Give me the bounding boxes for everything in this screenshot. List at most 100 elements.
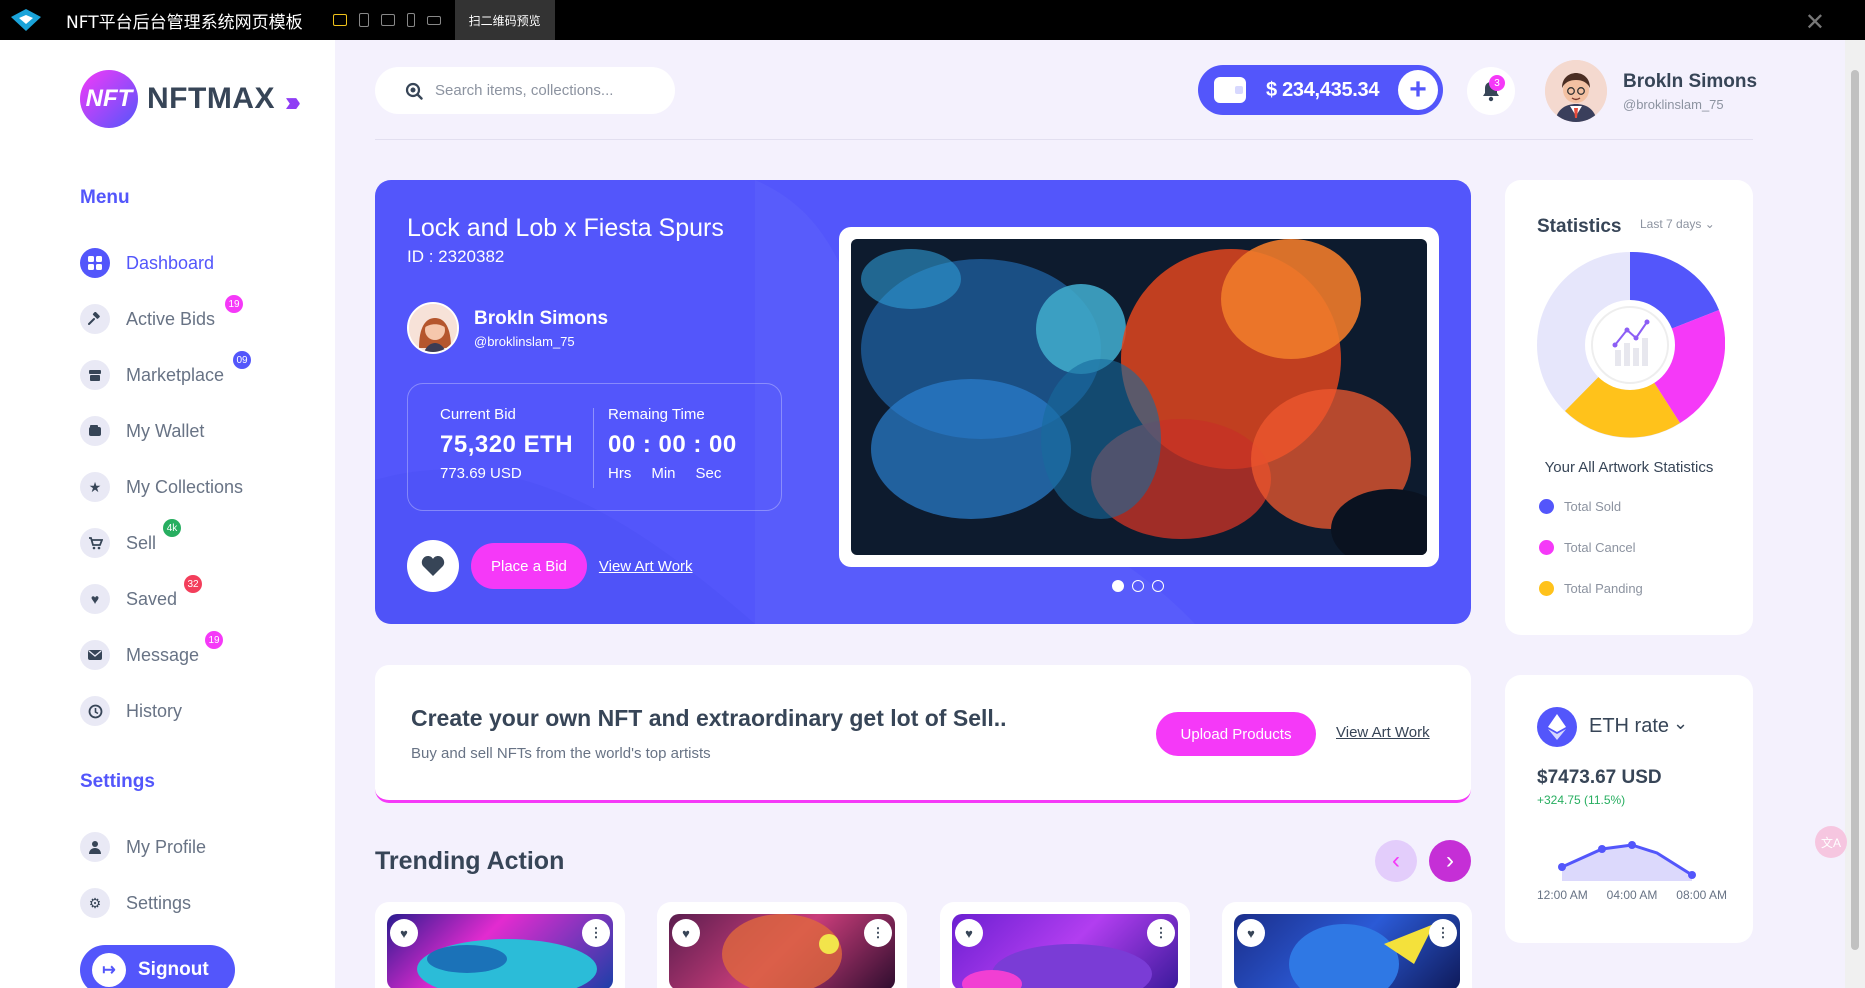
sidebar-item-my-wallet[interactable]: My Wallet <box>80 415 204 447</box>
sidebar-item-label: History <box>126 700 183 721</box>
legend-total-pending: Total Panding <box>1539 581 1643 596</box>
creator-info[interactable]: Brokln Simons @broklinslam_75 <box>407 302 608 354</box>
heart-icon[interactable]: ♥ <box>955 919 983 947</box>
wallet-balance[interactable]: $ 234,435.34 + <box>1198 65 1443 115</box>
brand-name: NFTMAX <box>147 82 275 115</box>
heart-icon[interactable]: ♥ <box>672 919 700 947</box>
sidebar-item-marketplace[interactable]: Marketplace 09 <box>80 351 251 391</box>
gear-icon: ⚙ <box>80 888 110 918</box>
trending-title: Trending Action <box>375 847 565 875</box>
sidebar-item-history[interactable]: History <box>80 695 182 727</box>
hero-actions: Place a Bid View Art Work <box>407 540 693 592</box>
user-profile-menu[interactable]: Brokln Simons @broklinslam_75 <box>1545 60 1757 122</box>
creator-handle: @broklinslam_75 <box>474 333 575 349</box>
scrollbar-thumb[interactable] <box>1851 70 1859 950</box>
sidebar-item-label: Message <box>126 644 200 665</box>
count-badge: 19 <box>205 631 223 649</box>
carousel-dot[interactable] <box>1132 580 1144 592</box>
dashboard-icon <box>80 248 110 278</box>
header-divider <box>375 139 1753 140</box>
qr-preview-button[interactable]: 扫二维码预览 <box>454 0 555 40</box>
phone-view-icon[interactable] <box>406 13 415 27</box>
heart-icon[interactable]: ♥ <box>1237 919 1265 947</box>
trending-nft-card[interactable]: ♥ ⋮ <box>375 902 625 988</box>
cart-icon <box>80 528 110 558</box>
statistics-range-dropdown[interactable]: Last 7 days ⌄ <box>1640 217 1715 231</box>
featured-auction-card: Lock and Lob x Fiesta Spurs ID : 2320382… <box>375 180 1471 624</box>
place-bid-button[interactable]: Place a Bid <box>471 543 587 589</box>
nft-artwork-frame <box>839 227 1439 567</box>
user-handle: @broklinslam_75 <box>1623 96 1724 112</box>
count-badge: 19 <box>225 295 243 313</box>
eth-price: $7473.67 USD <box>1537 767 1662 788</box>
close-icon[interactable]: ✕ <box>1805 8 1825 37</box>
phone-landscape-icon[interactable] <box>426 15 441 25</box>
brand[interactable]: NFT NFTMAX <box>80 70 275 128</box>
sidebar-item-sell[interactable]: Sell 4k <box>80 519 181 559</box>
trending-prev-button[interactable]: ‹ <box>1375 840 1417 882</box>
statistics-donut-chart <box>1537 251 1725 438</box>
trending-nft-card[interactable]: ♥ ⋮ <box>657 902 907 988</box>
create-nft-banner: Create your own NFT and extraordinary ge… <box>375 665 1471 803</box>
notification-button[interactable]: 3 <box>1467 67 1515 115</box>
view-artwork-link[interactable]: View Art Work <box>1336 724 1430 741</box>
more-options-icon[interactable]: ⋮ <box>864 919 892 947</box>
legend-label: Total Panding <box>1564 581 1643 596</box>
current-bid-label: Current Bid <box>440 406 516 423</box>
count-badge: 32 <box>184 575 202 593</box>
sidebar-item-label: My Profile <box>126 836 207 857</box>
eth-rate-card: ETH rate ⌄ $7473.67 USD +324.75 (11.5%) … <box>1505 675 1753 943</box>
nft-artwork-image[interactable] <box>851 239 1427 555</box>
sidebar-item-dashboard[interactable]: Dashboard <box>80 247 214 279</box>
sidebar-toggle-icon[interactable]: ››› <box>285 86 301 118</box>
sidebar-item-my-collections[interactable]: ★ My Collections <box>80 471 243 503</box>
trending-nft-card[interactable]: ♥ ⋮ <box>940 902 1190 988</box>
sidebar-item-message[interactable]: Message 19 <box>80 631 223 671</box>
signout-button[interactable]: ↦ Signout <box>80 945 235 988</box>
trending-next-button[interactable]: › <box>1429 840 1471 882</box>
search-input[interactable] <box>435 82 655 99</box>
logout-icon: ↦ <box>92 953 126 987</box>
creator-avatar <box>407 302 459 354</box>
translate-icon[interactable]: 文A <box>1815 826 1847 858</box>
signout-label: Signout <box>138 959 209 980</box>
favorite-button[interactable] <box>407 540 459 592</box>
add-funds-button[interactable]: + <box>1398 70 1438 110</box>
tablet-view-icon[interactable] <box>358 13 369 27</box>
sidebar-item-settings[interactable]: ⚙ Settings <box>80 887 191 919</box>
view-artwork-link[interactable]: View Art Work <box>599 558 693 575</box>
sidebar-item-active-bids[interactable]: Active Bids 19 <box>80 295 243 335</box>
heart-icon[interactable]: ♥ <box>390 919 418 947</box>
chevron-down-icon[interactable]: ⌄ <box>1673 713 1688 734</box>
upload-products-button[interactable]: Upload Products <box>1156 712 1316 756</box>
search-bar <box>375 67 675 114</box>
count-badge: 09 <box>233 351 251 369</box>
countdown-value: 00 : 00 : 00 <box>608 431 737 458</box>
desktop-view-icon[interactable] <box>332 14 347 26</box>
bid-divider <box>593 408 594 488</box>
more-options-icon[interactable]: ⋮ <box>582 919 610 947</box>
countdown-units: Hrs Min Sec <box>608 465 737 482</box>
carousel-dot[interactable] <box>1112 580 1124 592</box>
legend-label: Total Cancel <box>1564 540 1636 555</box>
sidebar-item-label: Marketplace <box>126 364 225 385</box>
carousel-dot[interactable] <box>1152 580 1164 592</box>
more-options-icon[interactable]: ⋮ <box>1429 919 1457 947</box>
page-scrollbar[interactable] <box>1845 40 1865 988</box>
sidebar-item-label: Settings <box>126 892 192 913</box>
carousel-dots <box>1112 580 1164 592</box>
seconds-label: Sec <box>695 465 722 482</box>
user-icon <box>80 832 110 862</box>
trending-nft-card[interactable]: ♥ ⋮ <box>1222 902 1472 988</box>
sidebar-item-label: My Wallet <box>126 420 205 441</box>
more-options-icon[interactable]: ⋮ <box>1147 919 1175 947</box>
menu-section-title: Menu <box>80 187 130 208</box>
user-name: Brokln Simons <box>1623 70 1758 92</box>
notification-count-badge: 3 <box>1489 75 1505 91</box>
laptop-view-icon[interactable] <box>380 14 395 26</box>
hours-label: Hrs <box>608 465 632 482</box>
statistics-subtitle: Your All Artwork Statistics <box>1544 459 1714 476</box>
sidebar-item-my-profile[interactable]: My Profile <box>80 831 206 863</box>
window-title: NFT平台后台管理系统网页模板 <box>66 12 303 33</box>
sidebar-item-saved[interactable]: ♥ Saved 32 <box>80 575 202 615</box>
